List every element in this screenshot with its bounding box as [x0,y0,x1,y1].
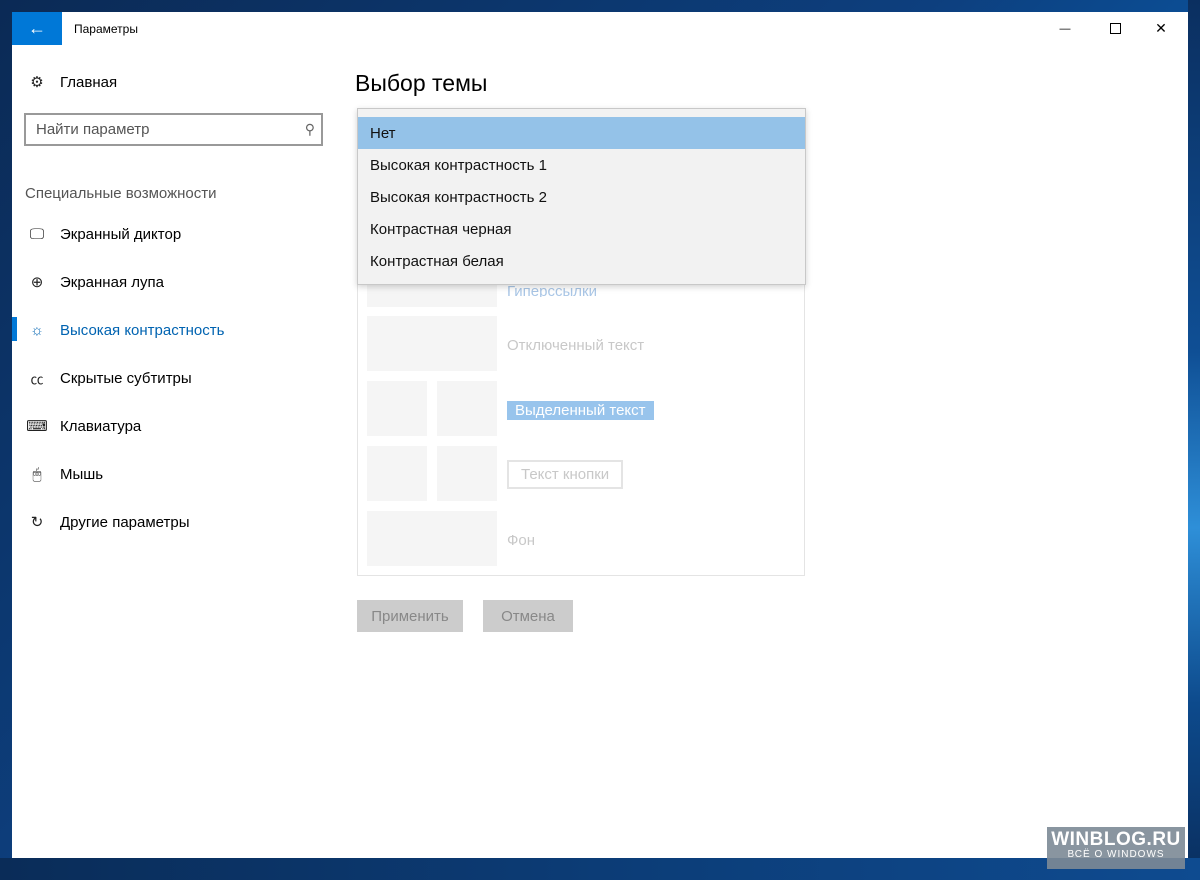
minimize-icon: — [1059,22,1071,35]
search-input[interactable] [26,115,296,144]
preview-swatch [367,283,497,307]
active-item-indicator [12,317,17,341]
maximize-icon [1109,23,1121,34]
back-arrow-icon: ← [28,18,46,38]
watermark: WINBLOG.RU ВСЁ О WINDOWS [1047,827,1185,869]
sidebar-item-label: Экранный диктор [60,225,182,243]
apply-button[interactable]: Применить [357,600,463,632]
sidebar-item-closed-captions[interactable]: ㏄ Скрытые субтитры [26,364,192,392]
sun-icon: ☼ [30,321,44,339]
sidebar-item-label: Экранная лупа [60,273,164,291]
sidebar-item-label: Скрытые субтитры [60,369,192,387]
close-button[interactable]: ✕ [1138,12,1184,45]
preview-swatch [367,316,497,371]
theme-option-high-contrast-1[interactable]: Высокая контрастность 1 [358,149,805,181]
search-icon[interactable]: ⚲ [305,121,315,138]
preview-hyperlink-text: Гиперссылки [507,283,597,297]
settings-window: ← Параметры — ✕ ⚙ Главная ⚲ Специальные … [12,12,1188,858]
page-title: Выбор темы [355,70,488,96]
mouse-icon: 🖱 [32,465,42,483]
desktop-background-bottom [0,858,1200,880]
close-icon: ✕ [1155,20,1167,36]
back-button[interactable]: ← [12,12,62,45]
search-box: ⚲ [24,113,323,146]
narrator-icon: 🖵 [29,225,45,243]
minimize-button[interactable]: — [1042,12,1088,45]
sidebar-item-narrator[interactable]: 🖵 Экранный диктор [26,220,181,248]
other-options-icon: ↻ [30,514,44,531]
preview-swatch [437,381,497,436]
gear-icon: ⚙ [30,74,44,91]
sidebar-section-title: Специальные возможности [25,185,217,202]
sidebar-home[interactable]: ⚙ Главная [26,70,117,94]
preview-swatch [367,446,427,501]
sidebar-home-label: Главная [60,73,118,91]
sidebar-item-label: Клавиатура [60,417,142,435]
desktop-background-right [1188,0,1200,880]
preview-swatch [367,511,497,566]
preview-selected-text: Выделенный текст [507,401,654,420]
preview-disabled-text: Отключенный текст [507,337,645,354]
watermark-title: WINBLOG.RU [1051,829,1181,850]
preview-background-text: Фон [507,532,536,549]
theme-option-high-contrast-black[interactable]: Контрастная черная [358,213,805,245]
sidebar-item-other-options[interactable]: ↻ Другие параметры [26,508,190,536]
theme-option-high-contrast-white[interactable]: Контрастная белая [358,245,805,277]
closed-captions-icon: ㏄ [30,371,44,387]
preview-button-text: Текст кнопки [507,460,624,489]
watermark-subtitle: ВСЁ О WINDOWS [1067,849,1165,860]
preview-swatch [437,446,497,501]
theme-option-none[interactable]: Нет [358,117,805,149]
sidebar-item-keyboard[interactable]: ⌨ Клавиатура [26,412,141,440]
title-bar: ← Параметры — ✕ [12,12,1188,46]
maximize-button[interactable] [1092,12,1138,45]
sidebar-item-high-contrast[interactable]: ☼ Высокая контрастность [26,316,224,344]
sidebar-item-mouse[interactable]: 🖱 Мышь [26,460,103,488]
magnifier-icon: ⊕ [30,274,44,291]
sidebar-item-label: Мышь [60,465,104,483]
sidebar-item-label: Другие параметры [60,513,190,531]
theme-option-high-contrast-2[interactable]: Высокая контрастность 2 [358,181,805,213]
cancel-button[interactable]: Отмена [483,600,573,632]
keyboard-icon: ⌨ [26,418,48,435]
theme-dropdown-list: Нет Высокая контрастность 1 Высокая конт… [357,108,806,285]
preview-swatch [367,381,427,436]
sidebar-item-magnifier[interactable]: ⊕ Экранная лупа [26,268,164,296]
window-title: Параметры [74,22,138,36]
sidebar-item-label: Высокая контрастность [60,321,225,339]
